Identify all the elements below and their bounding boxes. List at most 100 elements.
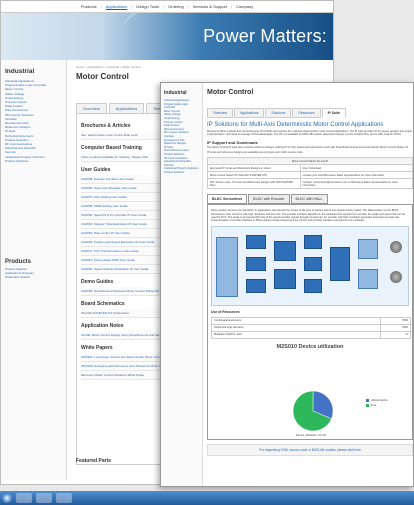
products-links: Product Selector Applications Directory Pa… xyxy=(1,267,66,280)
table-row: Multipliers (MATH) used 11 xyxy=(211,330,411,339)
usage-label: Combinatorial elements xyxy=(211,316,381,325)
legend-label: Utilized device xyxy=(371,399,388,403)
support-heading: IP Support and Downloads xyxy=(207,140,258,146)
intro-text: Microsemi offers modular and comprehensi… xyxy=(207,129,413,136)
featured-parts-heading: Featured Parts xyxy=(76,458,112,464)
top-nav-item[interactable]: Design Tools xyxy=(136,4,159,9)
starter-kit-table: Motor Control Starter Kit and IP Encrypt… xyxy=(207,157,413,190)
front-left-links: Industrial Applications Programmable Logi… xyxy=(161,99,202,174)
nav-separator: | xyxy=(131,4,133,9)
starter-kit-table-header: Motor Control Starter Kit and IP xyxy=(207,157,413,166)
tab-solutions[interactable]: Solutions xyxy=(265,108,292,118)
utilization-pie-chart xyxy=(292,390,334,432)
motor-icon xyxy=(390,240,402,253)
table-cell[interactable]: Free: Download xyxy=(299,164,413,173)
variant-tab[interactable]: BLDC with Encoder xyxy=(248,194,290,205)
left-nav-heading: Industrial xyxy=(5,68,35,75)
tab-overview[interactable]: Overview xyxy=(76,103,107,113)
tab-overview[interactable]: Overview xyxy=(207,108,234,118)
nav-separator: | xyxy=(163,4,165,9)
chart-legend: Utilized device Free xyxy=(366,399,388,408)
breadcrumb: Home > Applications > Industrial > Motor… xyxy=(76,65,141,69)
motor-icon xyxy=(390,270,402,283)
left-nav-link[interactable]: Product Solutions xyxy=(1,159,66,163)
table-cell[interactable]: Contact: motorcontrol@microsemi.com or M… xyxy=(299,178,413,190)
left-nav-link[interactable]: Product Solutions xyxy=(161,171,202,175)
taskbar-app-button[interactable] xyxy=(16,493,32,503)
top-nav: Products | Applications | Design Tools | Order… xyxy=(1,1,333,13)
table-row: RTL Source code - IP Cores and Reference… xyxy=(207,178,413,190)
front-page-title: Motor Control xyxy=(207,89,254,96)
front-main: Motor Control Overview Applications Soluti… xyxy=(207,83,413,457)
page-title: Motor Control xyxy=(76,72,129,81)
legend-swatch xyxy=(366,399,369,403)
taskbar-app-button[interactable] xyxy=(56,493,72,503)
usage-table: Combinatorial elements 5500 Sequential log… xyxy=(211,316,411,339)
diagram-block-2 xyxy=(246,256,266,271)
tab-applications[interactable]: Applications xyxy=(108,103,145,113)
variant-tabs: BLDC Sensorless BLDC with Encoder BLDC wit… xyxy=(207,194,413,205)
left-nav: Industrial Industrial Applications Progra… xyxy=(1,60,67,480)
tab-ip-suite[interactable]: IP Suite xyxy=(321,108,346,118)
chart-title: M2S010 Device utilization xyxy=(276,343,344,350)
diagram-block-7 xyxy=(304,256,322,271)
table-row: Encrypted IP Cores and Reference Designs… xyxy=(207,164,413,173)
diagram-block-1 xyxy=(246,234,266,249)
usage-value: 5500 xyxy=(380,316,411,325)
products-section: Products Product Selector Applications Di… xyxy=(1,259,66,280)
front-left-nav: Industrial Industrial Applications Progra… xyxy=(161,83,203,486)
usage-heading: Use of Resources xyxy=(211,309,240,314)
table-cell: Encrypted IP Cores and Reference Designs… xyxy=(207,164,301,173)
variant-tab[interactable]: BLDC Sensorless xyxy=(207,194,248,205)
diagram-block-3 xyxy=(246,278,266,293)
nav-separator: | xyxy=(100,4,102,9)
usage-value: 11 xyxy=(380,330,411,339)
diagram-block-4 xyxy=(274,240,296,261)
variant-description: Rotor position sensors are mandatory in … xyxy=(211,209,406,223)
top-nav-item[interactable]: Ordering xyxy=(168,4,184,9)
usage-value: 2500 xyxy=(380,323,411,332)
tab-resources[interactable]: Resources xyxy=(292,108,321,118)
legend-label: Free xyxy=(371,404,377,407)
header-banner: Power Matters: xyxy=(1,13,333,60)
chart-caption: Device utilization: 31.3% xyxy=(295,433,327,438)
foreground-window: Industrial Industrial Applications Progra… xyxy=(160,82,414,487)
variant-tab[interactable]: BLDC with HALL xyxy=(290,194,328,205)
left-nav-link[interactable]: Programmable Logic Controller xyxy=(161,103,202,110)
table-row: Sequential logic elements 2500 xyxy=(211,323,411,332)
taskbar-app-button[interactable] xyxy=(36,493,52,503)
support-note: IP cores and reference designs are avail… xyxy=(207,150,304,154)
legend-swatch xyxy=(366,403,369,407)
table-cell[interactable]: Contact your local Microsemi Sales repre… xyxy=(299,171,413,180)
start-button[interactable] xyxy=(2,493,12,503)
table-cell: Motor control Starter Kit (SF2-MC-STARTE… xyxy=(207,171,301,180)
legend-item: Free xyxy=(366,403,388,409)
products-link[interactable]: Parametric Search xyxy=(1,275,66,279)
banner-tagline: Power Matters: xyxy=(203,26,327,46)
request-source-link[interactable]: For requesting VHDL source code or MATLA… xyxy=(207,444,413,457)
products-heading: Products xyxy=(5,259,32,266)
front-tabs: Overview Applications Solutions Resources IP… xyxy=(207,108,413,118)
block-diagram xyxy=(211,225,409,306)
diagram-block-5 xyxy=(274,268,296,289)
top-nav-item[interactable]: Company xyxy=(236,4,253,9)
left-nav-links: Industrial Applications Programmable Logi… xyxy=(1,79,66,163)
table-row: Combinatorial elements 5500 xyxy=(211,316,411,325)
tab-applications[interactable]: Applications xyxy=(234,108,265,118)
top-nav-item[interactable]: Products xyxy=(81,4,97,9)
diagram-block-11 xyxy=(358,268,378,289)
taskbar xyxy=(0,491,414,505)
nav-separator: | xyxy=(187,4,189,9)
diagram-block-input xyxy=(216,236,238,297)
diagram-block-6 xyxy=(304,234,322,249)
diagram-block-8 xyxy=(304,278,322,293)
variant-panel: Rotor position sensors are mandatory in … xyxy=(207,204,413,441)
nav-separator: | xyxy=(231,4,233,9)
table-cell: RTL Source code - IP Cores and Reference… xyxy=(207,178,301,190)
usage-label: Multipliers (MATH) used xyxy=(211,330,381,339)
top-nav-item[interactable]: Applications xyxy=(106,4,128,9)
top-nav-item[interactable]: Services & Support xyxy=(193,4,227,9)
table-row: Motor control Starter Kit (SF2-MC-STARTE… xyxy=(207,171,413,180)
usage-label: Sequential logic elements xyxy=(211,323,381,332)
support-text: The Motor Control IP suite also contains… xyxy=(207,146,409,150)
